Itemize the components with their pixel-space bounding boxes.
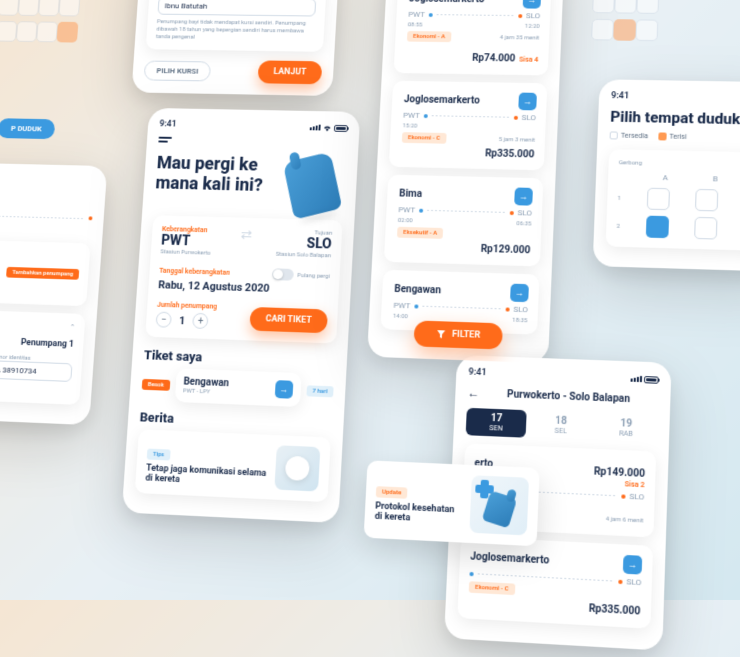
update-tag: Update xyxy=(376,486,408,499)
name-field[interactable]: Ibnu Batutah xyxy=(157,0,316,17)
arrow-icon[interactable]: → xyxy=(518,93,537,111)
protocol-image xyxy=(469,475,529,535)
chevron-up-icon[interactable]: ⌃ xyxy=(69,323,75,331)
tab-7days[interactable]: 7 hari xyxy=(306,385,334,397)
bg-grid xyxy=(0,0,75,42)
my-tickets-title: Tiket saya xyxy=(143,348,202,365)
plus-button[interactable]: + xyxy=(192,313,208,329)
passenger-label: Penumpang 1 xyxy=(21,338,75,350)
seat[interactable] xyxy=(647,188,670,210)
arrow-icon[interactable]: → xyxy=(623,555,642,575)
bg-grid xyxy=(591,0,653,41)
swap-icon[interactable]: ⇄ xyxy=(236,227,256,243)
battery-icon xyxy=(334,124,348,131)
roundtrip-toggle[interactable] xyxy=(271,268,293,280)
arrow-icon[interactable]: → xyxy=(274,380,293,399)
arrow-icon[interactable]: → xyxy=(514,187,533,205)
train-name[interactable]: Joglosemarkerto xyxy=(409,0,485,5)
passenger-count-value: 1 xyxy=(179,314,186,327)
page-title: Mau pergi ke mana kali ini? xyxy=(155,154,282,197)
status-bar: 9:41 xyxy=(159,120,348,133)
arrow-icon[interactable]: → xyxy=(510,284,529,303)
status-bar: 9:41 xyxy=(611,91,740,104)
saved-passengers-title: npang tersimpan xyxy=(0,248,80,260)
news-image xyxy=(274,445,320,491)
menu-button[interactable] xyxy=(158,137,347,147)
hand-illustration xyxy=(278,151,346,221)
search-ticket-button[interactable]: CARI TIKET xyxy=(249,307,328,333)
add-passenger-pill[interactable]: Tambahkan penumpang xyxy=(6,267,79,280)
minus-button[interactable]: − xyxy=(155,312,171,328)
signal-icon xyxy=(310,124,321,130)
seat[interactable] xyxy=(695,217,718,240)
tab-tomorrow[interactable]: Besok xyxy=(142,378,170,390)
back-button[interactable]: ← xyxy=(467,386,480,401)
arrow-icon[interactable]: → xyxy=(523,0,542,9)
protocol-title[interactable]: Protokol kesehatan di kereta xyxy=(375,501,463,526)
filter-button[interactable]: FILTER xyxy=(413,320,502,349)
date-value[interactable]: Rabu, 12 Agustus 2020 xyxy=(158,278,330,296)
seat[interactable] xyxy=(695,189,718,212)
news-headline[interactable]: Tetap jaga komunikasi selama di kereta xyxy=(145,463,267,489)
filter-icon xyxy=(436,329,446,339)
status-bar: 9:41 xyxy=(468,367,658,384)
summary-section: y pemesanan Rp149.000 1 penumpang 35 men… xyxy=(0,173,95,230)
route-title: Purwokerto - Solo Balapan xyxy=(507,389,630,405)
date-tab[interactable]: 17SEN xyxy=(466,408,527,438)
continue-button[interactable]: LANJUT xyxy=(258,61,323,85)
choose-seat-button[interactable]: PILIH KURSI xyxy=(144,60,212,81)
date-tab[interactable]: 19RAB xyxy=(595,413,657,443)
choose-seat-button-blue[interactable]: P DUDUK xyxy=(0,118,56,139)
wifi-icon xyxy=(322,124,332,132)
seat-title: Pilih tempat dudukmu xyxy=(610,109,740,129)
news-tag: Tips xyxy=(147,448,171,460)
id-number-field[interactable]: A 38910734 xyxy=(0,360,73,382)
date-tab[interactable]: 18SEL xyxy=(530,410,592,440)
seat[interactable] xyxy=(646,216,669,239)
add-passenger-link[interactable]: + Tambah penumpang xyxy=(0,284,78,297)
